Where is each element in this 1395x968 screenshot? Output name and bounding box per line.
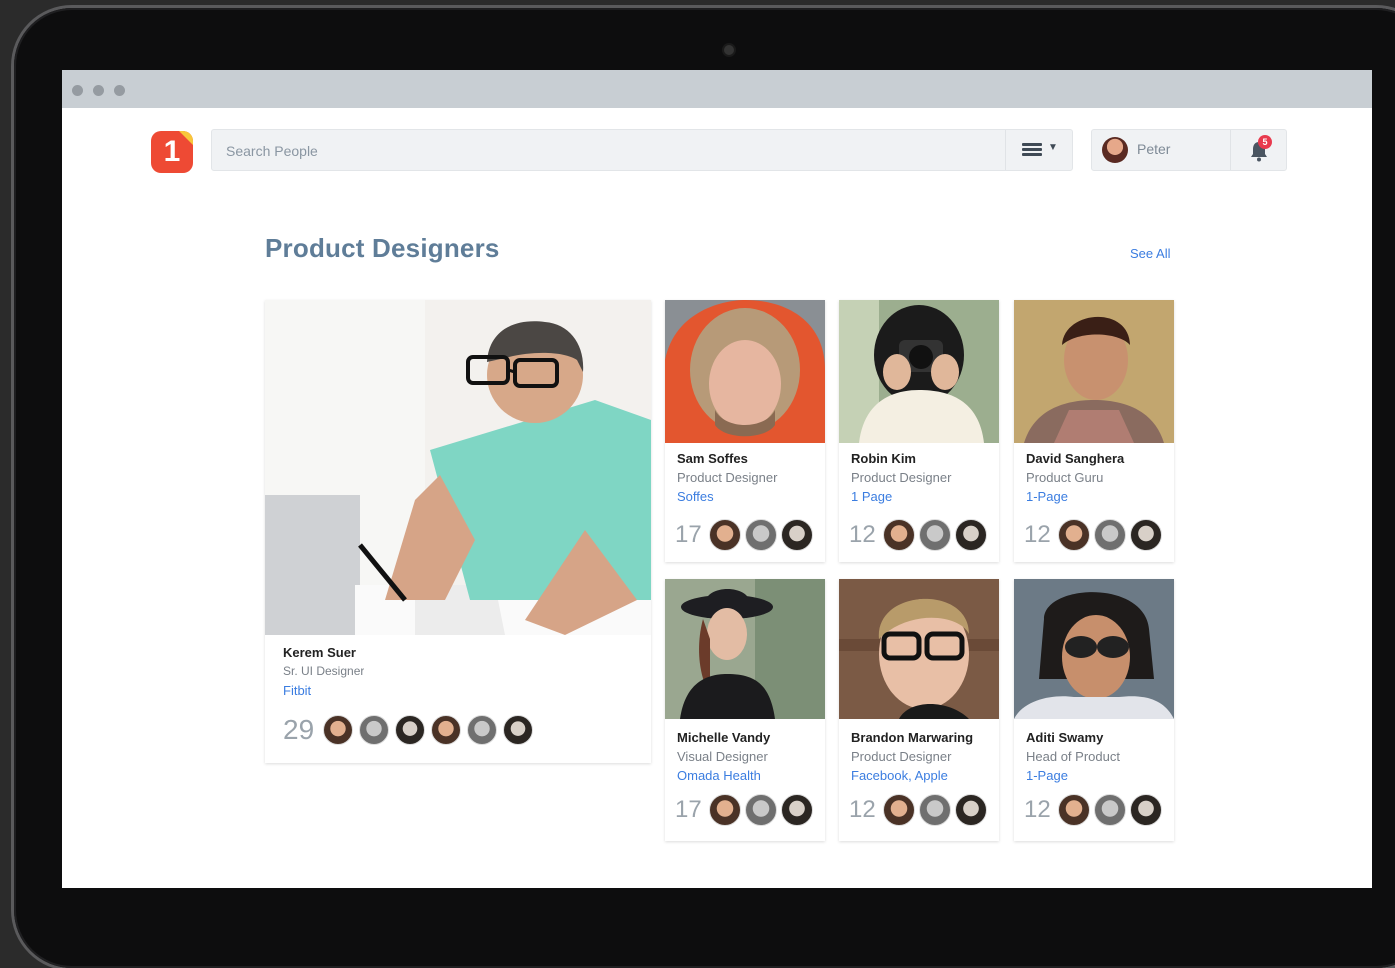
person-photo — [839, 579, 999, 719]
avatar[interactable] — [1058, 519, 1090, 551]
avatar[interactable] — [883, 794, 915, 826]
person-name[interactable]: David Sanghera — [1026, 451, 1166, 466]
person-card[interactable]: Robin Kim Product Designer 1 Page 12 — [839, 300, 999, 562]
person-role: Head of Product — [1026, 749, 1120, 764]
search-input[interactable] — [224, 138, 988, 164]
avatar[interactable] — [1130, 794, 1162, 826]
person-photo — [1014, 579, 1174, 719]
avatar[interactable] — [503, 715, 533, 745]
person-name[interactable]: Michelle Vandy — [677, 730, 817, 745]
person-company[interactable]: Omada Health — [677, 768, 817, 783]
top-bar: 1 ▼ Peter 5 — [62, 108, 1372, 178]
connection-avatars — [709, 519, 817, 551]
person-role: Sr. UI Designer — [283, 664, 365, 678]
connection-count: 12 — [1024, 796, 1051, 823]
user-menu[interactable]: Peter 5 — [1091, 129, 1287, 171]
connection-avatars — [1058, 794, 1166, 826]
person-company[interactable]: 1-Page — [1026, 768, 1166, 783]
window-close-dot[interactable] — [72, 85, 83, 96]
connection-count: 12 — [849, 521, 876, 548]
featured-person-card[interactable]: Kerem Suer Sr. UI Designer Fitbit 29 — [265, 300, 651, 763]
person-company[interactable]: Fitbit — [283, 683, 311, 698]
person-name[interactable]: Kerem Suer — [283, 645, 356, 660]
avatar[interactable] — [395, 715, 425, 745]
person-role: Product Guru — [1026, 470, 1104, 485]
avatar[interactable] — [323, 715, 353, 745]
avatar[interactable] — [883, 519, 915, 551]
connection-avatars — [883, 794, 991, 826]
user-name: Peter — [1137, 141, 1171, 157]
avatar[interactable] — [919, 519, 951, 551]
connection-avatars — [709, 794, 817, 826]
connection-count: 12 — [1024, 521, 1051, 548]
logo-corner — [179, 131, 193, 145]
avatar[interactable] — [1094, 519, 1126, 551]
person-role: Product Designer — [851, 749, 952, 764]
connection-count: 29 — [283, 714, 315, 745]
person-card[interactable]: Michelle Vandy Visual Designer Omada Hea… — [665, 579, 825, 841]
see-all-link[interactable]: See All — [1130, 246, 1170, 261]
person-role: Product Designer — [851, 470, 952, 485]
avatar[interactable] — [467, 715, 497, 745]
connection-count: 12 — [849, 796, 876, 823]
menu-dropdown-button[interactable]: ▼ — [1005, 130, 1072, 170]
avatar[interactable] — [781, 519, 813, 551]
avatar[interactable] — [955, 519, 987, 551]
connection-avatars — [883, 519, 991, 551]
avatar[interactable] — [1130, 519, 1162, 551]
user-avatar[interactable] — [1102, 137, 1128, 163]
window-maximize-dot[interactable] — [114, 85, 125, 96]
avatar[interactable] — [709, 794, 741, 826]
avatar[interactable] — [781, 794, 813, 826]
section-title: Product Designers — [265, 233, 500, 263]
person-role: Visual Designer — [677, 749, 768, 764]
person-name[interactable]: Sam Soffes — [677, 451, 817, 466]
avatar[interactable] — [745, 519, 777, 551]
browser-screen: 1 ▼ Peter 5 Product Designers See All — [62, 70, 1372, 888]
person-card[interactable]: Sam Soffes Product Designer Soffes 17 — [665, 300, 825, 562]
person-company[interactable]: 1 Page — [851, 489, 991, 504]
person-card[interactable]: Brandon Marwaring Product Designer Faceb… — [839, 579, 999, 841]
notification-badge: 5 — [1258, 135, 1272, 149]
person-company[interactable]: 1-Page — [1026, 489, 1166, 504]
connection-avatars — [323, 715, 539, 745]
chevron-down-icon: ▼ — [1048, 142, 1058, 153]
camera-dot — [724, 45, 734, 55]
person-photo — [1014, 300, 1174, 443]
hamburger-icon — [1022, 143, 1042, 157]
person-name[interactable]: Robin Kim — [851, 451, 991, 466]
person-name[interactable]: Aditi Swamy — [1026, 730, 1166, 745]
avatar[interactable] — [919, 794, 951, 826]
avatar[interactable] — [431, 715, 461, 745]
avatar[interactable] — [359, 715, 389, 745]
person-role: Product Designer — [677, 470, 778, 485]
connection-count: 17 — [675, 796, 702, 823]
person-card[interactable]: Aditi Swamy Head of Product 1-Page 12 — [1014, 579, 1174, 841]
person-company[interactable]: Facebook, Apple — [851, 768, 991, 783]
person-photo — [265, 300, 651, 635]
avatar[interactable] — [709, 519, 741, 551]
person-company[interactable]: Soffes — [677, 489, 817, 504]
avatar[interactable] — [1094, 794, 1126, 826]
connection-count: 17 — [675, 521, 702, 548]
avatar[interactable] — [745, 794, 777, 826]
person-name[interactable]: Brandon Marwaring — [851, 730, 991, 745]
search-bar: ▼ — [211, 129, 1073, 171]
avatar[interactable] — [1058, 794, 1090, 826]
connection-avatars — [1058, 519, 1166, 551]
window-minimize-dot[interactable] — [93, 85, 104, 96]
person-photo — [839, 300, 999, 443]
app-logo[interactable]: 1 — [151, 131, 193, 173]
person-photo — [665, 300, 825, 443]
browser-chrome — [62, 70, 1372, 108]
divider — [1230, 130, 1231, 170]
avatar[interactable] — [955, 794, 987, 826]
person-card[interactable]: David Sanghera Product Guru 1-Page 12 — [1014, 300, 1174, 562]
person-photo — [665, 579, 825, 719]
